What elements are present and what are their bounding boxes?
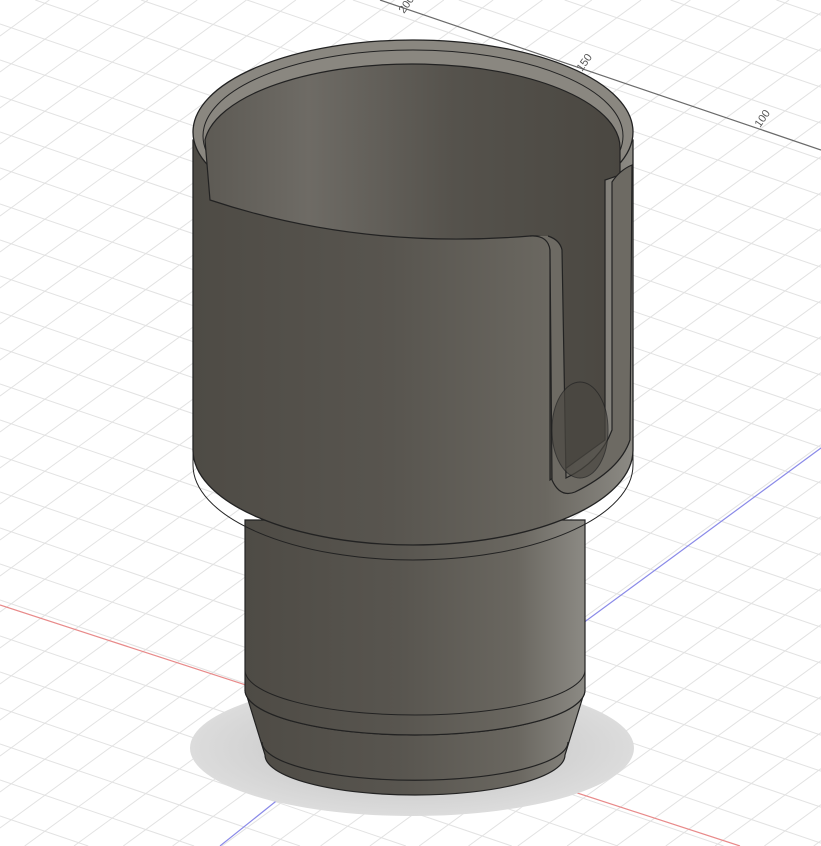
grid-line: [0, 0, 50, 37]
grid-line: [0, 815, 89, 846]
slot-floor: [551, 381, 609, 479]
cup-holder-model[interactable]: [192, 39, 634, 796]
grid-line: [776, 0, 821, 16]
tick-label-100: 100: [753, 108, 773, 130]
grid-line: [0, 779, 195, 846]
viewport-canvas[interactable]: 200 150 100: [0, 0, 821, 846]
grid-line: [616, 696, 821, 846]
lower-cylinder: [244, 519, 586, 736]
grid-line: [0, 0, 99, 73]
grid-line: [714, 768, 821, 846]
tick-label-200: 200: [397, 0, 417, 16]
grid-line: [564, 0, 821, 88]
grid-line: [0, 0, 149, 109]
3d-viewport[interactable]: 200 150 100: [0, 0, 821, 846]
